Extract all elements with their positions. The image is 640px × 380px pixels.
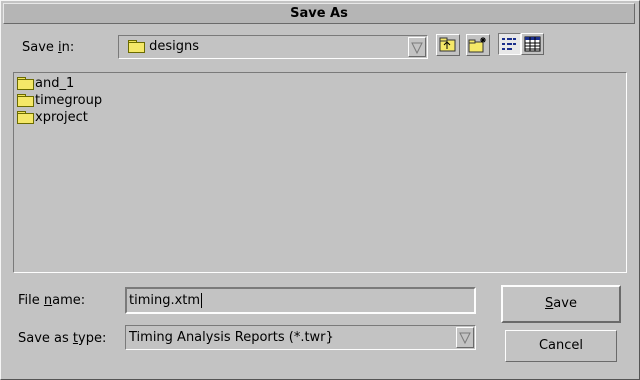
list-view-icon	[502, 38, 516, 50]
save-button-label: Save	[545, 296, 577, 311]
file-name-label: File name:	[18, 293, 86, 308]
save-in-label: Save in:	[22, 40, 75, 55]
file-name-input[interactable]: timing.xtm	[125, 287, 476, 314]
file-name-value: timing.xtm	[129, 293, 201, 308]
save-button[interactable]: Save	[501, 285, 621, 323]
cancel-button[interactable]: Cancel	[505, 330, 617, 362]
chevron-down-icon	[411, 42, 423, 55]
list-view-button[interactable]	[498, 33, 521, 55]
details-view-icon	[524, 36, 541, 52]
list-item-label: timegroup	[35, 93, 103, 108]
save-in-combobox[interactable]: designs	[118, 35, 428, 59]
create-new-folder-icon	[468, 37, 486, 53]
list-item-timegroup[interactable]: timegroup	[17, 92, 102, 109]
details-view-button[interactable]	[521, 33, 544, 55]
file-list[interactable]: and_1 timegroup xproject	[13, 72, 627, 273]
list-item-xproject[interactable]: xproject	[17, 109, 88, 126]
chevron-down-icon	[459, 332, 471, 345]
list-item-and-1[interactable]: and_1	[17, 75, 74, 92]
save-as-type-dropdown-button[interactable]	[456, 327, 474, 348]
create-new-folder-button[interactable]	[466, 34, 490, 56]
folder-icon	[17, 111, 34, 124]
list-item-label: and_1	[35, 76, 75, 91]
cancel-button-label: Cancel	[538, 338, 584, 353]
save-in-value: designs	[149, 39, 200, 54]
up-one-level-button[interactable]	[436, 34, 460, 56]
text-cursor	[201, 293, 203, 308]
folder-icon	[17, 94, 34, 107]
up-one-level-icon	[439, 37, 456, 52]
save-in-dropdown-button[interactable]	[408, 37, 426, 57]
dialog-title: Save As	[290, 6, 348, 21]
save-as-type-combobox[interactable]: Timing Analysis Reports (*.twr}	[125, 325, 476, 350]
list-item-label: xproject	[35, 110, 88, 125]
save-as-type-value: Timing Analysis Reports (*.twr}	[129, 330, 334, 345]
folder-icon	[128, 40, 145, 53]
folder-icon	[17, 77, 34, 90]
save-as-type-label: Save as type:	[18, 331, 107, 346]
title-bar[interactable]: Save As	[3, 3, 635, 24]
